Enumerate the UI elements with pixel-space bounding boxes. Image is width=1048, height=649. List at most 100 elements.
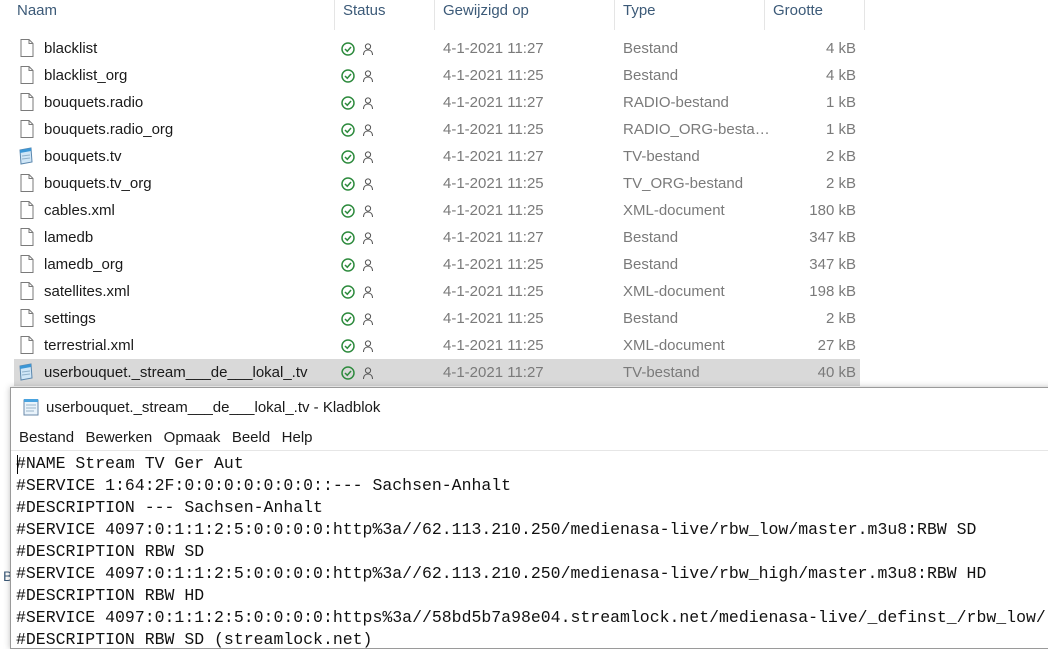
file-row[interactable]: cables.xml 4-1-2021 11:25 XML-document 180 … [14, 197, 860, 224]
file-row[interactable]: bouquets.tv 4-1-2021 11:27 TV-bestand 2 kB [14, 143, 860, 170]
sync-status [341, 42, 373, 56]
file-size: 2 kB [825, 175, 856, 192]
file-size: 198 kB [809, 283, 856, 300]
menu-bestand[interactable]: Bestand [19, 426, 74, 450]
file-type: Bestand [623, 40, 679, 57]
text-line: #NAME Stream TV Ger Aut [16, 454, 244, 473]
file-icon [20, 120, 34, 138]
window-title: userbouquet._stream___de___lokal_.tv - K… [46, 399, 381, 416]
person-icon [363, 259, 373, 272]
file-row[interactable]: settings 4-1-2021 11:25 Bestand 2 kB [14, 305, 860, 332]
file-icon [20, 66, 34, 84]
person-icon [363, 151, 373, 164]
sync-status [341, 231, 373, 245]
file-row[interactable]: terrestrial.xml 4-1-2021 11:25 XML-documen… [14, 332, 860, 359]
file-icon [20, 201, 34, 219]
file-size: 347 kB [809, 229, 856, 246]
person-icon [363, 70, 373, 83]
title-bar[interactable]: userbouquet._stream___de___lokal_.tv - K… [11, 388, 1048, 426]
file-row[interactable]: lamedb_org 4-1-2021 11:25 Bestand 347 kB [14, 251, 860, 278]
text-line: #DESCRIPTION RBW SD [16, 542, 205, 561]
menu-opmaak[interactable]: Opmaak [164, 426, 221, 450]
file-date: 4-1-2021 11:25 [443, 175, 544, 192]
file-row[interactable]: lamedb 4-1-2021 11:27 Bestand 347 kB [14, 224, 860, 251]
text-line: #SERVICE 1:64:2F:0:0:0:0:0:0:0::--- Sach… [16, 476, 512, 495]
column-header-size[interactable]: Grootte [773, 0, 823, 30]
person-icon [363, 340, 373, 353]
file-name: settings [44, 310, 96, 327]
notepad-icon [23, 399, 39, 416]
sync-status [341, 123, 373, 137]
file-icon [20, 228, 34, 246]
file-row[interactable]: bouquets.radio_org 4-1-2021 11:25 RADIO_OR… [14, 116, 860, 143]
person-icon [363, 205, 373, 218]
file-name: bouquets.tv [44, 148, 122, 165]
column-divider[interactable] [614, 0, 615, 30]
file-row[interactable]: userbouquet._stream___de___lokal_.tv 4-1-… [14, 359, 860, 386]
menu-beeld[interactable]: Beeld [232, 426, 270, 450]
sync-status [341, 285, 373, 299]
file-type: Bestand [623, 67, 679, 84]
menu-bewerken[interactable]: Bewerken [86, 426, 153, 450]
file-date: 4-1-2021 11:25 [443, 310, 544, 327]
notepad-window[interactable]: userbouquet._stream___de___lokal_.tv - K… [10, 387, 1048, 649]
file-date: 4-1-2021 11:25 [443, 67, 544, 84]
notepad-file-icon [19, 363, 33, 381]
file-name: lamedb [44, 229, 94, 246]
file-row[interactable]: satellites.xml 4-1-2021 11:25 XML-document… [14, 278, 860, 305]
column-divider[interactable] [434, 0, 435, 30]
column-divider[interactable] [864, 0, 865, 30]
text-line: #SERVICE 4097:0:1:1:2:5:0:0:0:0:https%3a… [16, 608, 1046, 627]
file-name: userbouquet._stream___de___lokal_.tv [44, 364, 308, 381]
person-icon [363, 313, 373, 326]
sync-status [341, 258, 373, 272]
person-icon [363, 43, 373, 56]
file-date: 4-1-2021 11:25 [443, 121, 544, 138]
sync-status [341, 69, 373, 83]
file-row[interactable]: blacklist 4-1-2021 11:27 Bestand 4 kB [14, 35, 860, 62]
file-type: XML-document [623, 283, 725, 300]
column-divider[interactable] [764, 0, 765, 30]
column-header-modified[interactable]: Gewijzigd op [443, 0, 529, 30]
file-type: RADIO-bestand [623, 94, 729, 111]
file-type: XML-document [623, 202, 725, 219]
text-editor[interactable]: #NAME Stream TV Ger Aut #SERVICE 1:64:2F:… [11, 450, 1048, 648]
file-name: satellites.xml [44, 283, 130, 300]
menu-help[interactable]: Help [282, 426, 313, 450]
file-size: 1 kB [825, 121, 856, 138]
menu-bar: Bestand Bewerken Opmaak Beeld Help [11, 426, 1048, 450]
file-row[interactable]: bouquets.tv_org 4-1-2021 11:25 TV_ORG-best… [14, 170, 860, 197]
column-header-type[interactable]: Type [623, 0, 656, 30]
file-icon [20, 39, 34, 57]
text-line: #DESCRIPTION RBW SD (streamlock.net) [16, 630, 373, 648]
file-date: 4-1-2021 11:27 [443, 40, 544, 57]
file-type: TV-bestand [623, 148, 700, 165]
sync-status [341, 150, 373, 164]
file-icon [20, 309, 34, 327]
text-content[interactable]: #NAME Stream TV Ger Aut #SERVICE 1:64:2F:… [16, 453, 1046, 648]
file-size: 2 kB [825, 148, 856, 165]
file-name: bouquets.radio_org [44, 121, 174, 138]
file-icon [20, 255, 34, 273]
person-icon [363, 178, 373, 191]
column-divider[interactable] [334, 0, 335, 30]
file-date: 4-1-2021 11:25 [443, 256, 544, 273]
file-type: TV-bestand [623, 364, 700, 381]
file-size: 4 kB [825, 40, 856, 57]
file-row[interactable]: bouquets.radio 4-1-2021 11:27 RADIO-bestan… [14, 89, 860, 116]
file-size: 4 kB [825, 67, 856, 84]
file-name: blacklist [44, 40, 98, 57]
file-name: lamedb_org [44, 256, 124, 273]
person-icon [363, 232, 373, 245]
sync-status [341, 204, 373, 218]
file-date: 4-1-2021 11:27 [443, 148, 544, 165]
file-name: terrestrial.xml [44, 337, 135, 354]
person-icon [363, 286, 373, 299]
file-date: 4-1-2021 11:25 [443, 283, 544, 300]
file-explorer: Naam Status Gewijzigd op Type Grootte bl… [0, 0, 1048, 584]
file-row[interactable]: blacklist_org 4-1-2021 11:25 Bestand 4 kB [14, 62, 860, 89]
column-header-name[interactable]: Naam [17, 0, 57, 30]
file-type: XML-document [623, 337, 725, 354]
file-icon [20, 93, 34, 111]
column-header-status[interactable]: Status [343, 0, 386, 30]
